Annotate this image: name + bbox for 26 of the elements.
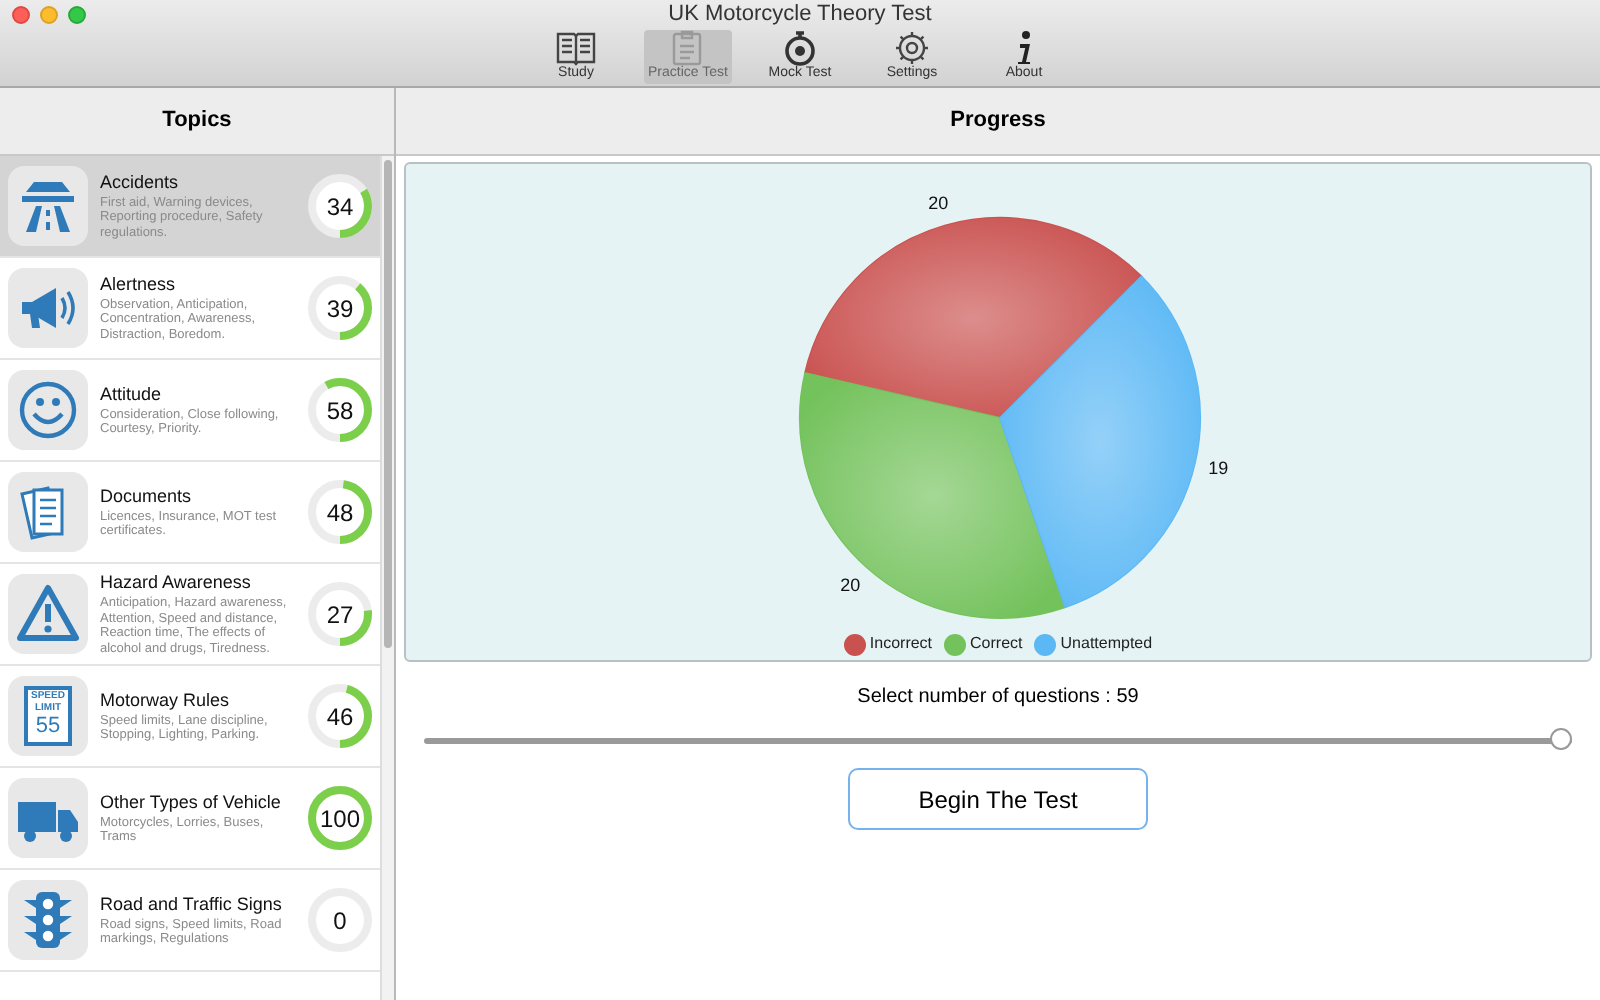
topic-title: Other Types of Vehicle bbox=[100, 791, 283, 813]
score-ring: 34 bbox=[306, 172, 374, 240]
question-count-label: Select number of questions : 59 bbox=[855, 684, 1141, 712]
topic-title: Documents bbox=[100, 485, 194, 507]
score-ring: 39 bbox=[306, 274, 374, 342]
score-ring: 58 bbox=[306, 376, 374, 444]
legend-label: Correct bbox=[970, 632, 1023, 656]
legend-label: Incorrect bbox=[869, 632, 933, 656]
score-ring: 0 bbox=[306, 886, 374, 954]
panel-title: Progress bbox=[950, 106, 1046, 137]
score-ring: 100 bbox=[306, 784, 374, 852]
window-title: UK Motorcycle Theory Test bbox=[668, 2, 932, 28]
topic-title: Motorway Rules bbox=[100, 689, 232, 711]
score-ring: 48 bbox=[306, 478, 374, 546]
topic-title: Accidents bbox=[100, 171, 181, 194]
score-ring: 27 bbox=[306, 580, 374, 648]
topic-title: Road and Traffic Signs bbox=[100, 893, 284, 915]
legend-label: Unattempted bbox=[1060, 632, 1153, 656]
topic-title: Hazard Awareness bbox=[100, 572, 253, 594]
slice-value-label: 20 bbox=[928, 192, 949, 213]
panel-title: Topics bbox=[162, 106, 232, 137]
slice-value-label: 20 bbox=[840, 574, 861, 595]
topic-title: Alertness bbox=[100, 273, 178, 296]
topic-title: Attitude bbox=[100, 383, 164, 405]
score-ring: 46 bbox=[306, 682, 374, 750]
slice-value-label: 19 bbox=[1208, 458, 1229, 479]
